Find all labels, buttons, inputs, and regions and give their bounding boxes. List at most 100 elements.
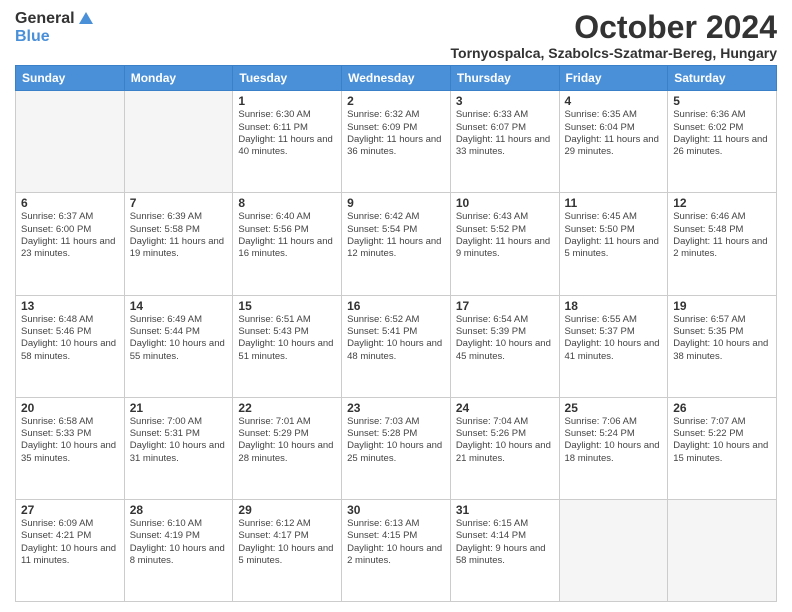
- calendar-cell: 27Sunrise: 6:09 AM Sunset: 4:21 PM Dayli…: [16, 499, 125, 601]
- calendar-cell: 17Sunrise: 6:54 AM Sunset: 5:39 PM Dayli…: [450, 295, 559, 397]
- day-number: 17: [456, 299, 554, 313]
- calendar-cell: 20Sunrise: 6:58 AM Sunset: 5:33 PM Dayli…: [16, 397, 125, 499]
- day-content: Sunrise: 6:35 AM Sunset: 6:04 PM Dayligh…: [565, 109, 663, 158]
- weekday-header-monday: Monday: [124, 66, 233, 91]
- weekday-header-wednesday: Wednesday: [342, 66, 451, 91]
- calendar-cell: [559, 499, 668, 601]
- day-number: 21: [130, 401, 228, 415]
- week-row-4: 20Sunrise: 6:58 AM Sunset: 5:33 PM Dayli…: [16, 397, 777, 499]
- calendar-cell: 7Sunrise: 6:39 AM Sunset: 5:58 PM Daylig…: [124, 193, 233, 295]
- calendar-cell: 4Sunrise: 6:35 AM Sunset: 6:04 PM Daylig…: [559, 91, 668, 193]
- day-content: Sunrise: 6:10 AM Sunset: 4:19 PM Dayligh…: [130, 518, 228, 567]
- calendar-cell: 31Sunrise: 6:15 AM Sunset: 4:14 PM Dayli…: [450, 499, 559, 601]
- calendar-cell: 28Sunrise: 6:10 AM Sunset: 4:19 PM Dayli…: [124, 499, 233, 601]
- week-row-2: 6Sunrise: 6:37 AM Sunset: 6:00 PM Daylig…: [16, 193, 777, 295]
- weekday-header-friday: Friday: [559, 66, 668, 91]
- day-content: Sunrise: 6:30 AM Sunset: 6:11 PM Dayligh…: [238, 109, 336, 158]
- day-number: 16: [347, 299, 445, 313]
- day-content: Sunrise: 7:01 AM Sunset: 5:29 PM Dayligh…: [238, 416, 336, 465]
- day-number: 13: [21, 299, 119, 313]
- calendar-cell: 13Sunrise: 6:48 AM Sunset: 5:46 PM Dayli…: [16, 295, 125, 397]
- calendar-cell: [668, 499, 777, 601]
- day-content: Sunrise: 7:07 AM Sunset: 5:22 PM Dayligh…: [673, 416, 771, 465]
- day-number: 30: [347, 503, 445, 517]
- day-content: Sunrise: 6:09 AM Sunset: 4:21 PM Dayligh…: [21, 518, 119, 567]
- calendar-cell: 15Sunrise: 6:51 AM Sunset: 5:43 PM Dayli…: [233, 295, 342, 397]
- day-content: Sunrise: 6:55 AM Sunset: 5:37 PM Dayligh…: [565, 314, 663, 363]
- logo-icon: [77, 10, 95, 28]
- calendar-cell: 18Sunrise: 6:55 AM Sunset: 5:37 PM Dayli…: [559, 295, 668, 397]
- day-number: 19: [673, 299, 771, 313]
- day-content: Sunrise: 6:49 AM Sunset: 5:44 PM Dayligh…: [130, 314, 228, 363]
- day-content: Sunrise: 6:45 AM Sunset: 5:50 PM Dayligh…: [565, 211, 663, 260]
- day-content: Sunrise: 7:06 AM Sunset: 5:24 PM Dayligh…: [565, 416, 663, 465]
- day-content: Sunrise: 6:43 AM Sunset: 5:52 PM Dayligh…: [456, 211, 554, 260]
- day-content: Sunrise: 6:37 AM Sunset: 6:00 PM Dayligh…: [21, 211, 119, 260]
- week-row-3: 13Sunrise: 6:48 AM Sunset: 5:46 PM Dayli…: [16, 295, 777, 397]
- weekday-header-tuesday: Tuesday: [233, 66, 342, 91]
- logo: General Blue: [15, 10, 95, 46]
- day-number: 12: [673, 196, 771, 210]
- day-content: Sunrise: 7:00 AM Sunset: 5:31 PM Dayligh…: [130, 416, 228, 465]
- day-number: 20: [21, 401, 119, 415]
- day-content: Sunrise: 6:33 AM Sunset: 6:07 PM Dayligh…: [456, 109, 554, 158]
- day-content: Sunrise: 6:46 AM Sunset: 5:48 PM Dayligh…: [673, 211, 771, 260]
- calendar-cell: 9Sunrise: 6:42 AM Sunset: 5:54 PM Daylig…: [342, 193, 451, 295]
- calendar-cell: 14Sunrise: 6:49 AM Sunset: 5:44 PM Dayli…: [124, 295, 233, 397]
- day-number: 1: [238, 94, 336, 108]
- calendar-cell: 3Sunrise: 6:33 AM Sunset: 6:07 PM Daylig…: [450, 91, 559, 193]
- calendar-cell: 26Sunrise: 7:07 AM Sunset: 5:22 PM Dayli…: [668, 397, 777, 499]
- calendar-cell: 23Sunrise: 7:03 AM Sunset: 5:28 PM Dayli…: [342, 397, 451, 499]
- calendar-cell: 29Sunrise: 6:12 AM Sunset: 4:17 PM Dayli…: [233, 499, 342, 601]
- day-number: 6: [21, 196, 119, 210]
- day-content: Sunrise: 6:39 AM Sunset: 5:58 PM Dayligh…: [130, 211, 228, 260]
- calendar-cell: 16Sunrise: 6:52 AM Sunset: 5:41 PM Dayli…: [342, 295, 451, 397]
- calendar-cell: 30Sunrise: 6:13 AM Sunset: 4:15 PM Dayli…: [342, 499, 451, 601]
- week-row-1: 1Sunrise: 6:30 AM Sunset: 6:11 PM Daylig…: [16, 91, 777, 193]
- logo-general-text: General: [15, 10, 75, 28]
- day-content: Sunrise: 6:42 AM Sunset: 5:54 PM Dayligh…: [347, 211, 445, 260]
- day-content: Sunrise: 7:04 AM Sunset: 5:26 PM Dayligh…: [456, 416, 554, 465]
- day-number: 22: [238, 401, 336, 415]
- calendar-cell: 5Sunrise: 6:36 AM Sunset: 6:02 PM Daylig…: [668, 91, 777, 193]
- weekday-header-sunday: Sunday: [16, 66, 125, 91]
- weekday-header-saturday: Saturday: [668, 66, 777, 91]
- calendar-cell: [16, 91, 125, 193]
- day-content: Sunrise: 6:48 AM Sunset: 5:46 PM Dayligh…: [21, 314, 119, 363]
- calendar-cell: 10Sunrise: 6:43 AM Sunset: 5:52 PM Dayli…: [450, 193, 559, 295]
- day-number: 9: [347, 196, 445, 210]
- day-number: 10: [456, 196, 554, 210]
- day-content: Sunrise: 6:51 AM Sunset: 5:43 PM Dayligh…: [238, 314, 336, 363]
- calendar-cell: 22Sunrise: 7:01 AM Sunset: 5:29 PM Dayli…: [233, 397, 342, 499]
- logo-blue-text: Blue: [15, 28, 50, 46]
- day-content: Sunrise: 6:13 AM Sunset: 4:15 PM Dayligh…: [347, 518, 445, 567]
- calendar-cell: 2Sunrise: 6:32 AM Sunset: 6:09 PM Daylig…: [342, 91, 451, 193]
- day-content: Sunrise: 6:54 AM Sunset: 5:39 PM Dayligh…: [456, 314, 554, 363]
- day-number: 2: [347, 94, 445, 108]
- page: General Blue October 2024 Tornyospalca, …: [0, 0, 792, 612]
- day-number: 29: [238, 503, 336, 517]
- calendar-cell: 11Sunrise: 6:45 AM Sunset: 5:50 PM Dayli…: [559, 193, 668, 295]
- day-content: Sunrise: 6:15 AM Sunset: 4:14 PM Dayligh…: [456, 518, 554, 567]
- day-number: 28: [130, 503, 228, 517]
- calendar-cell: 24Sunrise: 7:04 AM Sunset: 5:26 PM Dayli…: [450, 397, 559, 499]
- day-content: Sunrise: 6:12 AM Sunset: 4:17 PM Dayligh…: [238, 518, 336, 567]
- day-number: 26: [673, 401, 771, 415]
- week-row-5: 27Sunrise: 6:09 AM Sunset: 4:21 PM Dayli…: [16, 499, 777, 601]
- day-number: 24: [456, 401, 554, 415]
- month-title: October 2024: [451, 10, 778, 45]
- day-content: Sunrise: 6:58 AM Sunset: 5:33 PM Dayligh…: [21, 416, 119, 465]
- day-number: 7: [130, 196, 228, 210]
- day-number: 15: [238, 299, 336, 313]
- day-content: Sunrise: 6:57 AM Sunset: 5:35 PM Dayligh…: [673, 314, 771, 363]
- day-number: 3: [456, 94, 554, 108]
- day-number: 4: [565, 94, 663, 108]
- calendar-cell: 25Sunrise: 7:06 AM Sunset: 5:24 PM Dayli…: [559, 397, 668, 499]
- day-number: 25: [565, 401, 663, 415]
- calendar-cell: 1Sunrise: 6:30 AM Sunset: 6:11 PM Daylig…: [233, 91, 342, 193]
- calendar-cell: 8Sunrise: 6:40 AM Sunset: 5:56 PM Daylig…: [233, 193, 342, 295]
- day-number: 11: [565, 196, 663, 210]
- day-number: 27: [21, 503, 119, 517]
- day-content: Sunrise: 7:03 AM Sunset: 5:28 PM Dayligh…: [347, 416, 445, 465]
- calendar-table: SundayMondayTuesdayWednesdayThursdayFrid…: [15, 65, 777, 602]
